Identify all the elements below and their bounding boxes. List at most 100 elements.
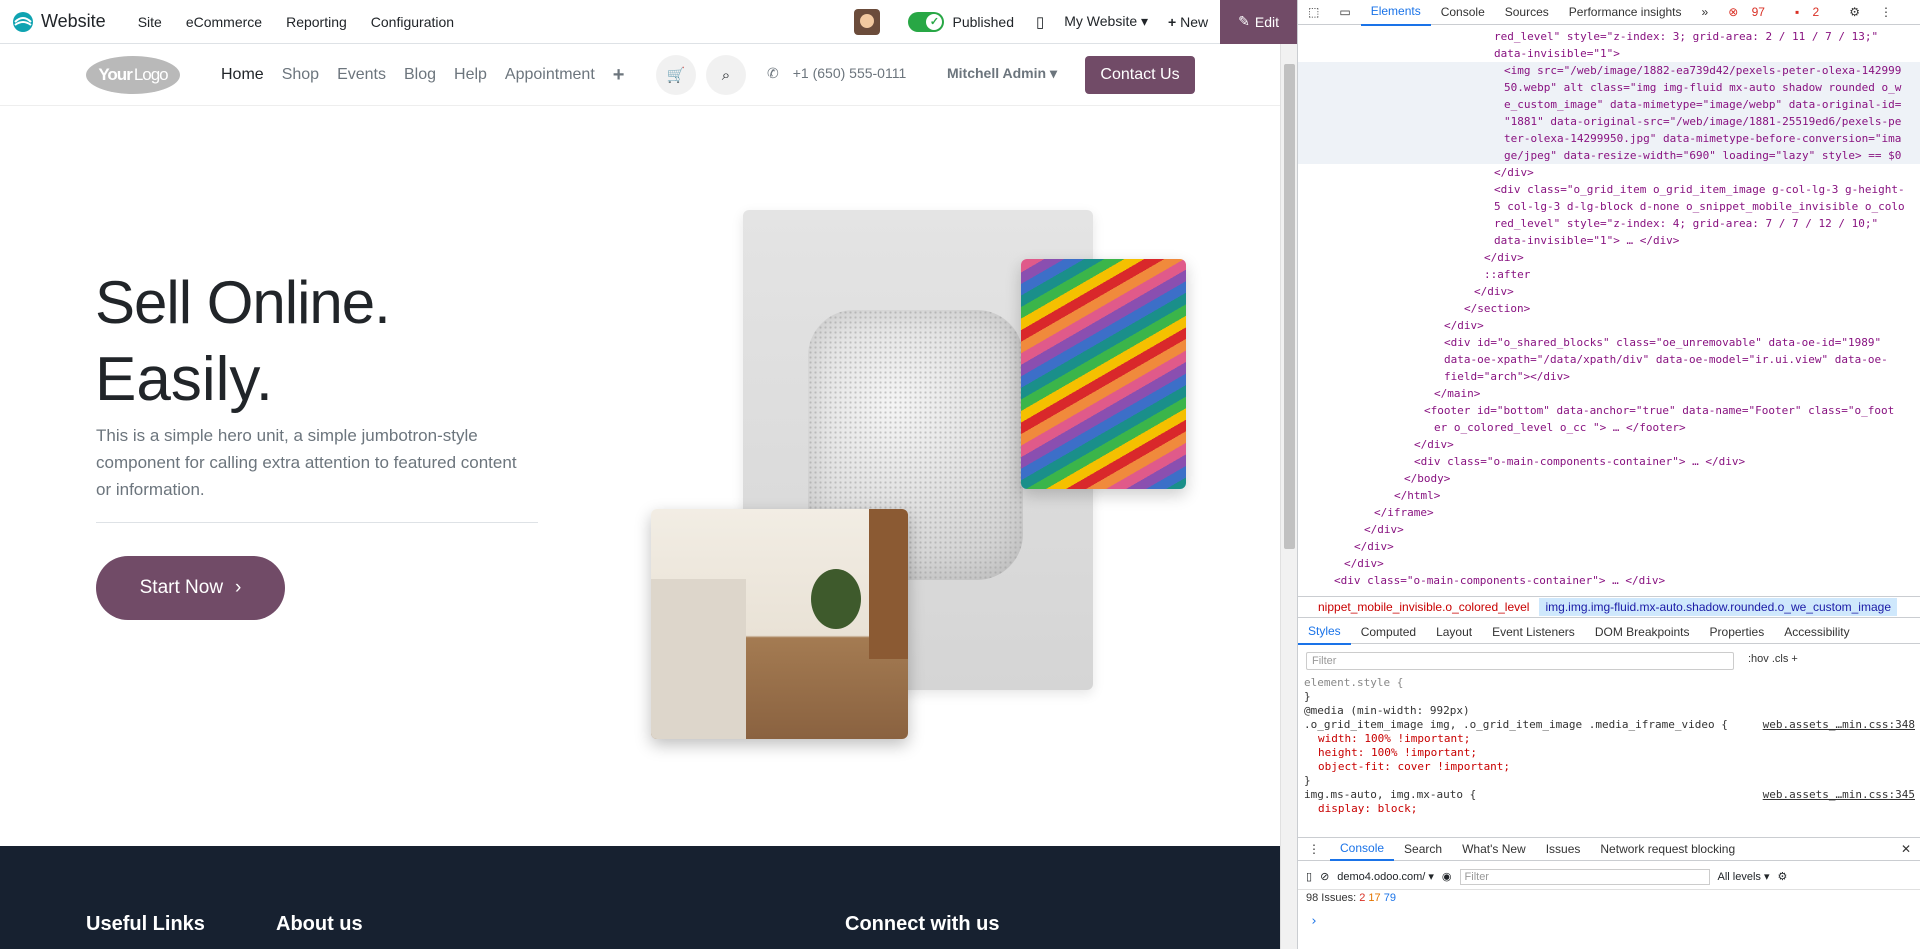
tab-console[interactable]: Console — [1431, 0, 1495, 25]
subtab-dom-breakpoints[interactable]: DOM Breakpoints — [1585, 620, 1700, 644]
drawer-tab-search[interactable]: Search — [1394, 838, 1452, 860]
subtab-accessibility[interactable]: Accessibility — [1774, 620, 1859, 644]
nav-appointment[interactable]: Appointment — [496, 66, 604, 84]
user-avatar[interactable] — [854, 8, 881, 35]
menu-reporting[interactable]: Reporting — [274, 14, 359, 30]
dom-line[interactable]: </div> — [1298, 521, 1920, 538]
drawer-menu-icon[interactable]: ⋮ — [1298, 838, 1330, 860]
dom-line[interactable]: er o_colored_level o_cc "> … </footer> — [1298, 419, 1920, 436]
drawer-tab-network-blocking[interactable]: Network request blocking — [1590, 838, 1745, 860]
dom-line[interactable]: field="arch"></div> — [1298, 368, 1920, 385]
nav-help[interactable]: Help — [445, 66, 496, 84]
dom-line[interactable]: </div> — [1298, 317, 1920, 334]
warning-count-badge[interactable]: ▪ 2 — [1785, 0, 1839, 25]
dom-line-selected[interactable]: ter-olexa-14299950.jpg" data-mimetype-be… — [1298, 130, 1920, 147]
dom-line[interactable]: </div> — [1298, 249, 1920, 266]
search-button[interactable]: ⌕ — [706, 55, 746, 95]
hov-toggle[interactable]: :hov — [1748, 653, 1769, 665]
published-toggle[interactable] — [908, 11, 945, 32]
menu-configuration[interactable]: Configuration — [359, 14, 466, 30]
page-scrollbar[interactable] — [1280, 44, 1297, 949]
dom-line[interactable]: red_level" style="z-index: 3; grid-area:… — [1298, 28, 1920, 45]
dom-line[interactable]: ::after — [1298, 266, 1920, 283]
tab-elements[interactable]: Elements — [1360, 0, 1431, 26]
drawer-tab-console[interactable]: Console — [1330, 837, 1395, 861]
styles-pane[interactable]: element.style { } @media (min-width: 992… — [1298, 676, 1920, 834]
dom-line[interactable]: </div> — [1298, 538, 1920, 555]
website-app-brand[interactable]: Website — [0, 11, 106, 33]
new-rule-icon[interactable]: + — [1791, 653, 1797, 665]
context-selector[interactable]: demo4.odoo.com/ ▾ — [1337, 870, 1434, 883]
subtab-event-listeners[interactable]: Event Listeners — [1482, 620, 1585, 644]
dom-line-selected[interactable]: "1881" data-original-src="/web/image/188… — [1298, 113, 1920, 130]
css-prop[interactable]: display: block; — [1304, 802, 1915, 816]
clear-console-icon[interactable]: ⊘ — [1320, 870, 1329, 883]
cart-button[interactable]: 🛒 — [656, 55, 696, 95]
dom-line[interactable]: </section> — [1298, 300, 1920, 317]
drawer-tab-whats-new[interactable]: What's New — [1452, 838, 1536, 860]
subtab-computed[interactable]: Computed — [1351, 620, 1426, 644]
kebab-menu-icon[interactable]: ⋮ — [1870, 0, 1902, 25]
subtab-layout[interactable]: Layout — [1426, 620, 1482, 644]
dom-line-selected[interactable]: <img src="/web/image/1882-ea739d42/pexel… — [1298, 62, 1920, 79]
start-now-button[interactable]: Start Now › — [96, 556, 285, 620]
dom-line[interactable]: red_level" style="z-index: 4; grid-area:… — [1298, 215, 1920, 232]
more-tabs-icon[interactable]: » — [1692, 0, 1719, 25]
console-prompt[interactable]: › — [1310, 914, 1318, 929]
error-count-badge[interactable]: ⊗ 97 — [1718, 0, 1785, 25]
tab-performance-insights[interactable]: Performance insights — [1559, 0, 1692, 25]
dom-line-selected[interactable]: ge/jpeg" data-resize-width="690" loading… — [1298, 147, 1920, 164]
website-switcher[interactable]: My Website ▾ — [1064, 13, 1148, 30]
issues-summary[interactable]: 98 Issues: 2 17 79 — [1306, 892, 1396, 904]
nav-home[interactable]: Home — [212, 66, 273, 84]
phone-link[interactable]: ✆ +1 (650) 555-0111 — [767, 65, 906, 82]
device-toggle-icon[interactable]: ▭ — [1329, 0, 1360, 25]
eye-icon[interactable]: ◉ — [1442, 870, 1452, 883]
dom-line-selected[interactable]: e_custom_image" data-mimetype="image/web… — [1298, 96, 1920, 113]
nav-blog[interactable]: Blog — [395, 66, 445, 84]
dom-line[interactable]: </div> — [1298, 436, 1920, 453]
nav-events[interactable]: Events — [328, 66, 395, 84]
dom-line[interactable]: </div> — [1298, 555, 1920, 572]
dom-line[interactable]: <div class="o-main-components-container"… — [1298, 453, 1920, 470]
drawer-tab-issues[interactable]: Issues — [1536, 838, 1591, 860]
css-prop[interactable]: height: 100% !important; — [1304, 746, 1915, 760]
subtab-properties[interactable]: Properties — [1700, 620, 1775, 644]
subtab-styles[interactable]: Styles — [1298, 619, 1351, 645]
dom-line[interactable]: data-invisible="1"> — [1298, 45, 1920, 62]
breadcrumb-selected[interactable]: img.img.img-fluid.mx-auto.shadow.rounded… — [1539, 598, 1897, 616]
css-source-link[interactable]: web.assets_…min.css:345 — [1763, 788, 1915, 802]
dom-line[interactable]: data-oe-xpath="/data/xpath/div" data-oe-… — [1298, 351, 1920, 368]
menu-site[interactable]: Site — [126, 14, 174, 30]
dom-line[interactable]: <footer id="bottom" data-anchor="true" d… — [1298, 402, 1920, 419]
dom-line[interactable]: <div class="o-main-components-container"… — [1298, 572, 1920, 589]
menu-ecommerce[interactable]: eCommerce — [174, 14, 274, 30]
console-filter-input[interactable]: Filter — [1459, 868, 1710, 885]
dom-line[interactable]: <div class="o_grid_item o_grid_item_imag… — [1298, 181, 1920, 198]
nav-shop[interactable]: Shop — [273, 66, 328, 84]
css-prop[interactable]: width: 100% !important; — [1304, 732, 1915, 746]
settings-gear-icon[interactable]: ⚙ — [1839, 0, 1870, 25]
dom-line[interactable]: <div id="o_shared_blocks" class="oe_unre… — [1298, 334, 1920, 351]
elements-tree[interactable]: red_level" style="z-index: 3; grid-area:… — [1298, 26, 1920, 594]
dom-line-selected[interactable]: 50.webp" alt class="img img-fluid mx-aut… — [1298, 79, 1920, 96]
mobile-preview-icon[interactable]: ▯ — [1036, 13, 1044, 31]
site-logo[interactable]: Your Logo — [86, 56, 180, 94]
dom-line[interactable]: data-invisible="1"> … </div> — [1298, 232, 1920, 249]
dom-line[interactable]: </div> — [1298, 283, 1920, 300]
dom-line[interactable]: </div> — [1298, 164, 1920, 181]
dom-line[interactable]: </body> — [1298, 470, 1920, 487]
inspect-icon[interactable]: ⬚ — [1298, 0, 1329, 25]
dom-line[interactable]: </iframe> — [1298, 504, 1920, 521]
add-menu-icon[interactable]: + — [604, 64, 634, 87]
bedroom-image[interactable] — [651, 509, 908, 739]
tab-sources[interactable]: Sources — [1495, 0, 1559, 25]
new-button[interactable]: + New — [1168, 14, 1208, 30]
levels-dropdown[interactable]: All levels ▾ — [1718, 870, 1770, 883]
css-prop[interactable]: object-fit: cover !important; — [1304, 760, 1915, 774]
css-source-link[interactable]: web.assets_…min.css:348 — [1763, 718, 1915, 732]
contact-us-button[interactable]: Contact Us — [1085, 56, 1195, 94]
styles-filter-input[interactable]: Filter — [1306, 652, 1734, 670]
sidebar-toggle-icon[interactable]: ▯ — [1306, 870, 1312, 883]
dom-line[interactable]: </main> — [1298, 385, 1920, 402]
